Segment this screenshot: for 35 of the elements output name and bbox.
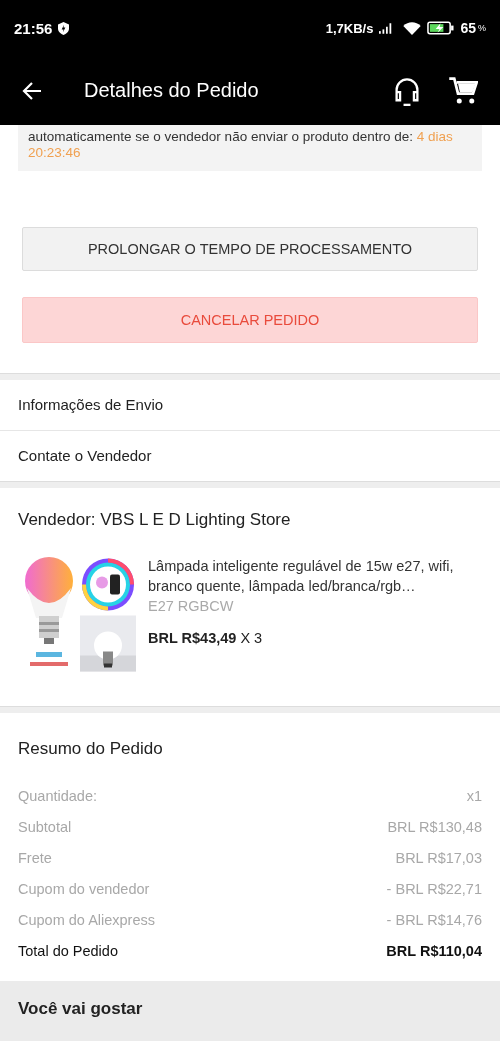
back-icon[interactable] <box>22 80 42 101</box>
battery-icon <box>427 21 455 35</box>
menu-item[interactable]: Informações de Envio <box>0 380 500 431</box>
summary-value: - BRL R$22,71 <box>386 880 482 899</box>
percent-sign: % <box>478 23 486 33</box>
menu-item[interactable]: Contate o Vendedor <box>0 431 500 481</box>
section-title: Você vai gostar <box>18 999 143 1018</box>
summary-value: - BRL R$14,76 <box>386 911 482 930</box>
section-title: Resumo do Pedido <box>18 739 164 759</box>
battery-percent: 65 <box>460 20 476 36</box>
product-variant: E27 RGBCW <box>148 597 235 616</box>
signal-icon <box>379 22 394 34</box>
summary-value: BRL R$110,04 <box>386 942 482 961</box>
page-title: Detalhes do Pedido <box>84 79 260 102</box>
product-title[interactable]: Lâmpada inteligente regulável de 15w e27, wifi, branco quente, lâmpada led/branca/rgb… <box>148 556 482 596</box>
summary-value: x1 <box>466 787 482 806</box>
summary-value: BRL R$130,48 <box>387 818 482 837</box>
summary-label: Quantidade: <box>18 787 97 806</box>
wifi-icon <box>403 21 422 35</box>
product-quantity: X 3 <box>240 630 263 646</box>
notice-text: automaticamente se o vendedor não enviar o produto dentro de: 4 dias 20:23:46 <box>28 129 454 161</box>
seller-name[interactable]: Vendedor: VBS L E D Lighting Store <box>18 510 482 530</box>
product-price: BRL R$43,49 <box>148 630 237 646</box>
headset-icon[interactable] <box>392 75 422 106</box>
network-speed: 1,7KB/s <box>325 20 374 36</box>
shield-icon <box>58 21 70 35</box>
summary-label: Total do Pedido <box>18 942 118 961</box>
summary-label: Cupom do vendedor <box>18 880 150 899</box>
summary-label: Subtotal <box>18 818 72 837</box>
clock-text: 21:56 <box>14 19 53 37</box>
summary-label: Cupom do Aliexpress <box>18 911 155 930</box>
cart-icon[interactable] <box>448 75 478 106</box>
extend-button[interactable]: PROLONGAR O TEMPO DE PROCESSAMENTO <box>22 227 478 271</box>
summary-label: Frete <box>18 849 52 868</box>
summary-value: BRL R$17,03 <box>395 849 482 868</box>
